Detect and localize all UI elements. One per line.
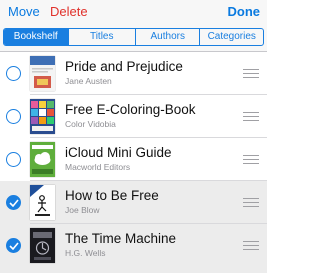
book-author: Joe Blow [65, 205, 100, 215]
checkmark-circle-icon[interactable] [6, 238, 21, 253]
book-row[interactable]: How to Be Free Joe Blow [0, 181, 267, 224]
tab-categories[interactable]: Categories [199, 29, 263, 45]
reorder-handle-icon[interactable] [243, 69, 259, 78]
pride-and-prejudice-cover-icon [30, 56, 55, 91]
book-row[interactable]: The Time Machine H.G. Wells [0, 224, 267, 273]
reorder-handle-icon[interactable] [243, 155, 259, 164]
coloring-book-cover-icon [30, 99, 55, 134]
bookshelf-edit-screen: Move Delete Done Bookshelf Titles Author… [0, 0, 267, 273]
icloud-guide-cover-icon [30, 142, 55, 177]
book-author: Color Vidobia [65, 119, 116, 129]
done-button[interactable]: Done [228, 4, 261, 20]
tab-titles[interactable]: Titles [67, 29, 135, 45]
book-title: The Time Machine [65, 231, 177, 246]
book-row[interactable]: iCloud Mini Guide Macworld Editors [0, 138, 267, 181]
time-machine-cover-icon [30, 228, 55, 263]
book-author: H.G. Wells [65, 248, 106, 258]
view-segmented-control: Bookshelf Titles Authors Categories [3, 28, 264, 46]
reorder-handle-icon[interactable] [243, 198, 259, 207]
reorder-handle-icon[interactable] [243, 241, 259, 250]
delete-button[interactable]: Delete [50, 4, 88, 20]
view-selector-bar: Bookshelf Titles Authors Categories [0, 25, 267, 52]
move-button[interactable]: Move [8, 4, 40, 20]
book-row[interactable]: Pride and Prejudice Jane Austen [0, 52, 267, 95]
select-circle-icon[interactable] [6, 66, 21, 81]
tab-bookshelf[interactable]: Bookshelf [4, 29, 68, 45]
select-circle-icon[interactable] [6, 152, 21, 167]
how-to-be-free-cover-icon [30, 185, 55, 220]
tab-authors[interactable]: Authors [134, 29, 200, 45]
book-title: Pride and Prejudice [65, 59, 183, 74]
checkmark-circle-icon[interactable] [6, 195, 21, 210]
book-author: Macworld Editors [65, 162, 131, 172]
book-author: Jane Austen [65, 76, 112, 86]
select-circle-icon[interactable] [6, 109, 21, 124]
book-title: iCloud Mini Guide [65, 145, 172, 160]
edit-toolbar: Move Delete Done [0, 0, 267, 25]
book-title: Free E-Coloring-Book [65, 102, 196, 117]
book-title: How to Be Free [65, 188, 159, 203]
reorder-handle-icon[interactable] [243, 112, 259, 121]
book-row[interactable]: Free E-Coloring-Book Color Vidobia [0, 95, 267, 138]
